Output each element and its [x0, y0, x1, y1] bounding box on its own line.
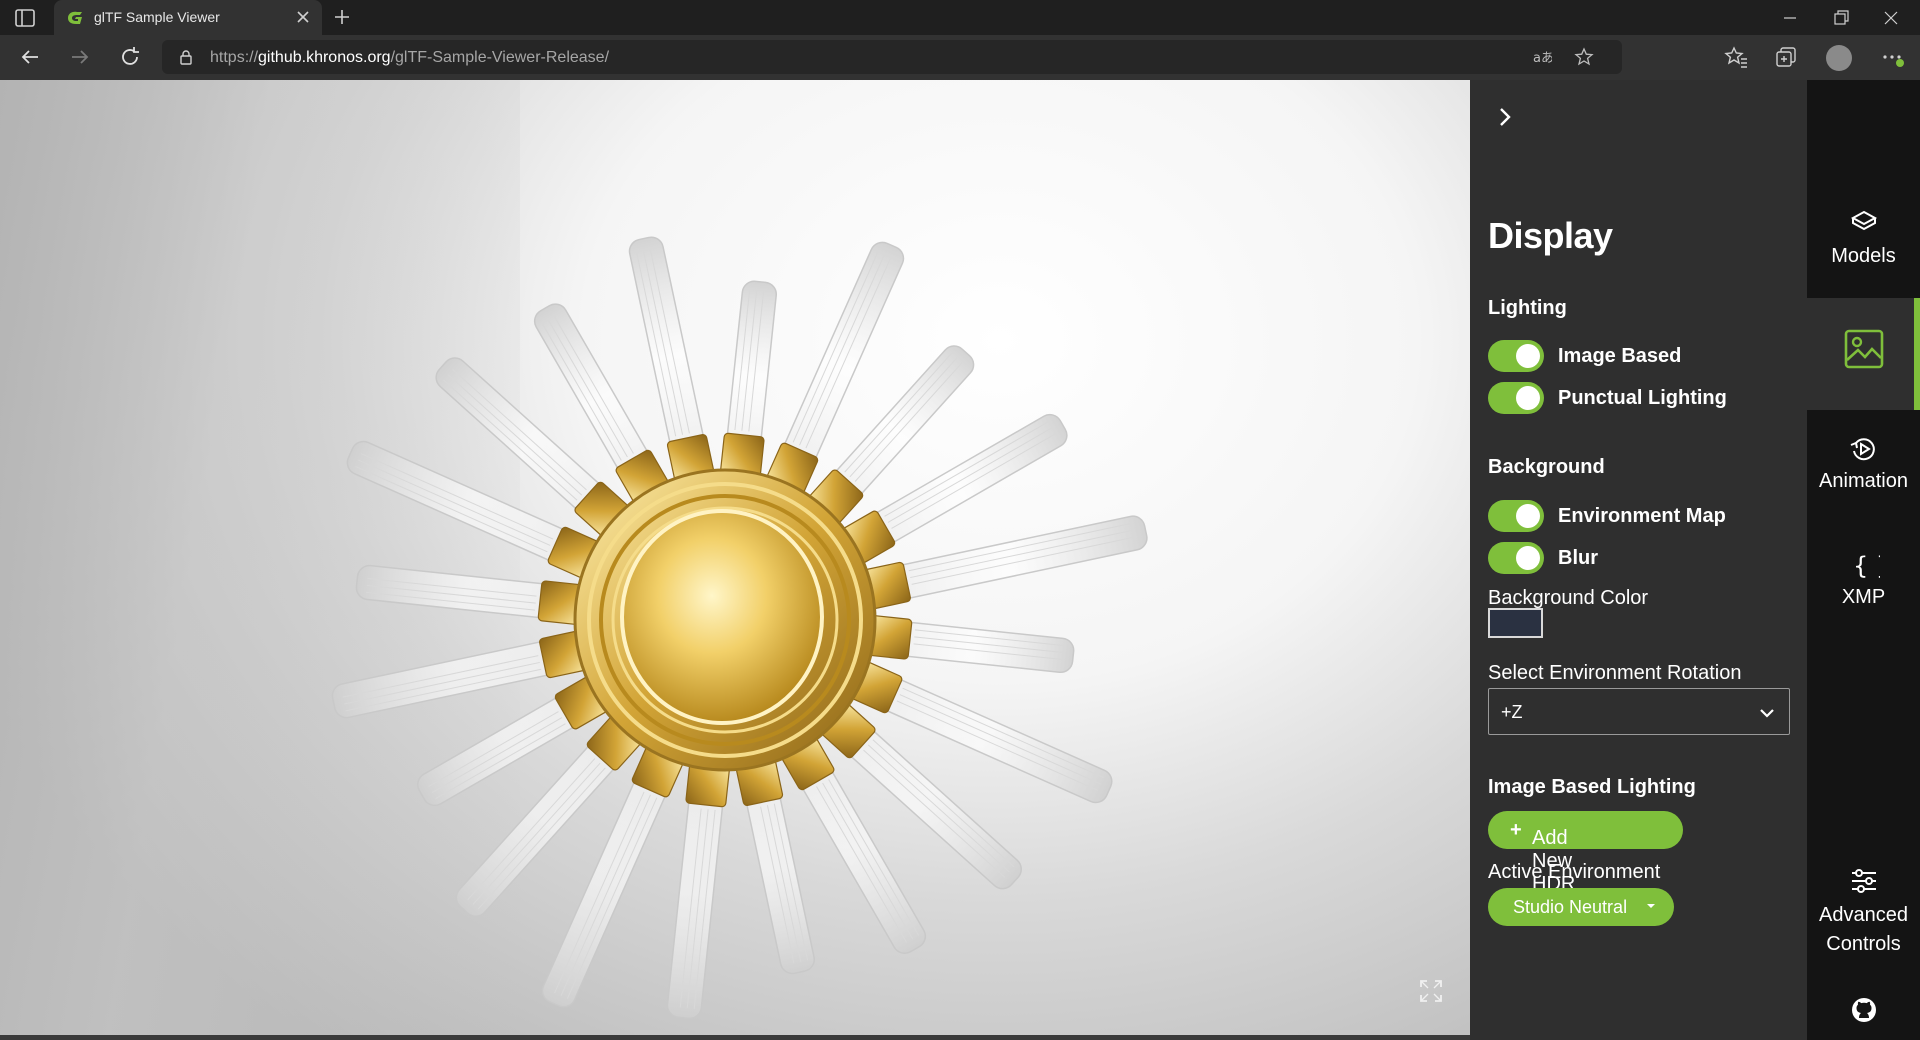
url-host: github.khronos.org: [258, 49, 391, 66]
nav-xmp-label: XMP: [1841, 586, 1886, 608]
nav-github[interactable]: [1807, 992, 1920, 1032]
browser-tab-bar: glTF Sample Viewer: [0, 0, 1920, 35]
add-favorite-icon[interactable]: [1574, 47, 1594, 67]
viewport-bottom-edge: [0, 1035, 1470, 1040]
gltf-favicon-icon: [68, 11, 82, 24]
glass-rod: [861, 614, 1075, 674]
favorites-icon[interactable]: [1724, 45, 1748, 69]
nav-xmp[interactable]: { } XMP: [1807, 545, 1920, 635]
forward-icon[interactable]: [68, 45, 92, 69]
nav-advanced-controls[interactable]: Advanced Controls: [1807, 865, 1920, 975]
glass-rod: [666, 756, 731, 1020]
browser-toolbar: https://github.khronos.org/glTF-Sample-V…: [0, 35, 1920, 80]
fullscreen-icon[interactable]: [1418, 978, 1444, 1004]
active-environment-dropdown[interactable]: Studio Neutral: [1488, 888, 1674, 926]
cube-icon: [1850, 210, 1878, 231]
environment-rotation-select[interactable]: +Z: [1488, 688, 1790, 735]
ibl-heading: Image Based Lighting: [1488, 776, 1696, 798]
url-text[interactable]: https://github.khronos.org/glTF-Sample-V…: [210, 49, 609, 67]
caret-down-icon: [1647, 904, 1655, 908]
nav-models[interactable]: Models: [1807, 200, 1920, 300]
sunburst-mirror-model: [331, 236, 1148, 1020]
profile-avatar[interactable]: [1826, 45, 1852, 71]
play-circle-icon: [1850, 438, 1875, 461]
active-environment-label: Active Environment: [1488, 861, 1661, 883]
punctual-lighting-switch[interactable]: [1488, 382, 1544, 414]
collapse-panel-icon[interactable]: [1495, 105, 1515, 129]
lock-icon[interactable]: [178, 49, 194, 65]
panel-title: Display: [1488, 215, 1613, 256]
svg-text:{ }: { }: [1853, 552, 1880, 580]
refresh-icon[interactable]: [118, 45, 142, 69]
restore-icon[interactable]: [1831, 8, 1851, 28]
nav-display[interactable]: [1807, 298, 1920, 410]
switch-knob: [1516, 504, 1540, 528]
environment-rotation-value: +Z: [1501, 702, 1523, 722]
github-icon: [1852, 998, 1876, 1022]
nav-animation[interactable]: Animation: [1807, 425, 1920, 525]
minimize-icon[interactable]: [1780, 8, 1800, 28]
braces-icon: { }: [1853, 552, 1880, 580]
svg-text:aあ: aあ: [1533, 51, 1552, 66]
tab-actions-icon[interactable]: [14, 8, 36, 28]
display-panel: Display Lighting Image Based Punctual Li…: [1470, 80, 1807, 1040]
sliders-icon: [1852, 869, 1876, 893]
address-bar[interactable]: https://github.khronos.org/glTF-Sample-V…: [162, 40, 1622, 74]
browser-tab[interactable]: glTF Sample Viewer: [54, 0, 322, 35]
image-icon: [1844, 329, 1884, 369]
background-color-swatch[interactable]: [1488, 608, 1543, 638]
background-heading: Background: [1488, 456, 1605, 478]
background-color-label: Background Color: [1488, 587, 1649, 609]
add-new-hdr-button[interactable]: + Add New HDR: [1488, 811, 1683, 895]
nav-advanced-controls-label: Advanced Controls: [1819, 904, 1908, 955]
add-new-hdr-content: + Add New HDR: [1510, 819, 1575, 895]
switch-knob: [1516, 546, 1540, 570]
nav-animation-label: Animation: [1819, 470, 1908, 492]
url-prefix: https://: [210, 49, 259, 66]
switch-knob: [1516, 344, 1540, 368]
glass-rod: [719, 280, 778, 484]
environment-map-switch[interactable]: [1488, 500, 1544, 532]
punctual-lighting-label: Punctual Lighting: [1558, 387, 1727, 409]
chevron-down-icon: [1760, 709, 1774, 718]
collections-icon[interactable]: [1774, 45, 1798, 69]
tab-title: glTF Sample Viewer: [94, 9, 220, 25]
environment-rotation-label: Select Environment Rotation: [1488, 662, 1742, 684]
url-path: /glTF-Sample-Viewer-Release/: [390, 49, 610, 66]
lighting-heading: Lighting: [1488, 297, 1567, 319]
model-viewport[interactable]: [0, 80, 1470, 1035]
more-options-icon[interactable]: [1880, 45, 1904, 69]
active-environment-value: Studio Neutral: [1513, 897, 1628, 917]
image-based-label: Image Based: [1558, 345, 1682, 367]
blur-switch[interactable]: [1488, 542, 1544, 574]
glass-rod: [355, 564, 589, 626]
close-window-icon[interactable]: [1881, 8, 1901, 28]
side-nav-rail: Models Animation { } XMP Advanced Contro…: [1807, 80, 1920, 1040]
switch-knob: [1516, 386, 1540, 410]
image-based-switch[interactable]: [1488, 340, 1544, 372]
new-tab-icon[interactable]: [332, 7, 352, 27]
environment-map-label: Environment Map: [1558, 505, 1726, 527]
read-aloud-icon[interactable]: aあ: [1532, 47, 1552, 67]
nav-models-label: Models: [1831, 245, 1896, 267]
blur-label: Blur: [1558, 547, 1598, 569]
plus-icon: +: [1510, 819, 1522, 841]
close-tab-icon[interactable]: [294, 8, 312, 26]
back-icon[interactable]: [18, 45, 42, 69]
